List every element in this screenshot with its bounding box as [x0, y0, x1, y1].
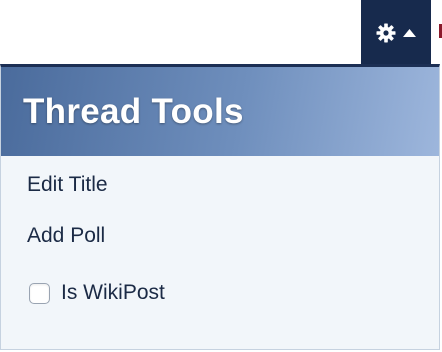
wikipost-option[interactable]: Is WikiPost [29, 281, 165, 305]
dropdown-header: Thread Tools [1, 67, 439, 156]
thread-tools-dropdown: Thread Tools Edit Title Add Poll Is Wiki… [0, 64, 440, 350]
dropdown-title: Thread Tools [23, 91, 244, 131]
caret-up-icon [403, 29, 416, 37]
wikipost-label: Is WikiPost [61, 281, 165, 304]
thread-tools-toggle-button[interactable] [361, 0, 431, 66]
page: Thread Tools Edit Title Add Poll Is Wiki… [0, 0, 442, 352]
gear-icon [376, 23, 396, 43]
add-poll-link[interactable]: Add Poll [27, 224, 105, 248]
edit-title-link[interactable]: Edit Title [27, 173, 108, 197]
wikipost-checkbox[interactable] [29, 282, 50, 304]
